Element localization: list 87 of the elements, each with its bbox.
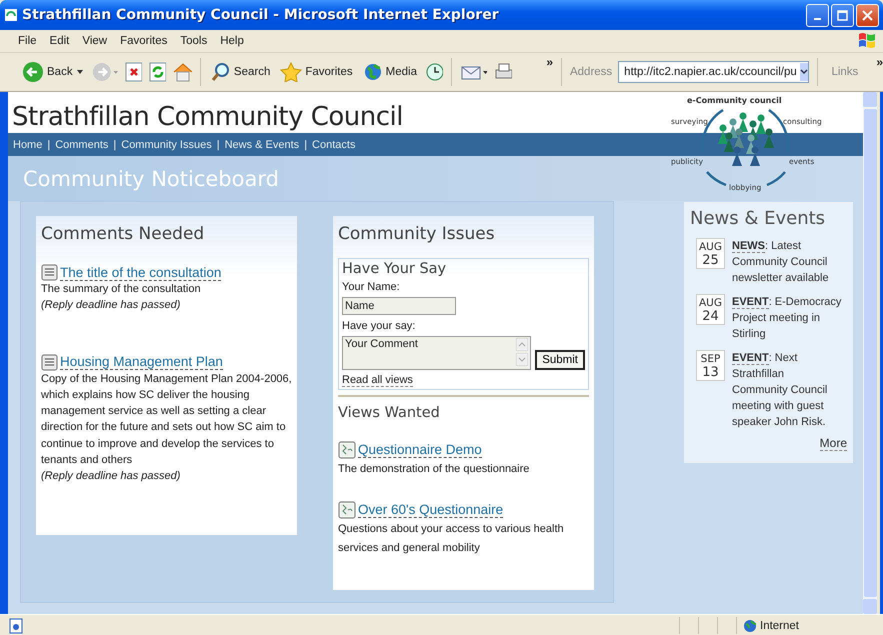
scrollbar[interactable] bbox=[863, 92, 877, 614]
stop-button[interactable] bbox=[124, 62, 142, 82]
date-day: 24 bbox=[702, 310, 719, 323]
search-icon bbox=[210, 62, 231, 82]
scroll-up-icon bbox=[516, 338, 528, 351]
browser-icon bbox=[4, 8, 18, 22]
date-month: SEP bbox=[700, 353, 720, 366]
close-icon bbox=[862, 10, 873, 20]
page-icon bbox=[8, 618, 24, 634]
questionnaire-icon bbox=[338, 441, 356, 459]
date-month: AUG bbox=[698, 241, 722, 254]
scroll-down-icon bbox=[516, 353, 528, 366]
maximize-icon bbox=[837, 10, 848, 20]
more-link[interactable]: More bbox=[820, 436, 847, 451]
menu-item[interactable]: View bbox=[82, 35, 108, 47]
card-title: Community Issues bbox=[338, 223, 496, 244]
nav-link[interactable]: Comments bbox=[55, 138, 108, 150]
minimize-icon bbox=[814, 18, 821, 20]
section-title: Views Wanted bbox=[338, 405, 441, 421]
maximize-button[interactable] bbox=[831, 4, 854, 26]
star-icon bbox=[280, 62, 302, 82]
refresh-button[interactable] bbox=[148, 62, 166, 82]
questionnaire-link[interactable]: Questionnaire Demo bbox=[358, 442, 482, 458]
consultation-link[interactable]: Housing Management Plan bbox=[60, 354, 223, 370]
logo-title: e-Community council bbox=[687, 96, 782, 105]
home-button[interactable] bbox=[172, 62, 192, 82]
consultation-link[interactable]: The title of the consultation bbox=[60, 264, 222, 280]
comment-field[interactable]: Your Comment bbox=[342, 336, 532, 370]
menu-item[interactable]: Tools bbox=[180, 35, 208, 47]
nav-separator: | bbox=[47, 138, 50, 150]
links-chevron[interactable]: » bbox=[876, 55, 883, 69]
date-day: 13 bbox=[702, 366, 719, 379]
site-title: Strathfillan Community Council bbox=[12, 102, 403, 132]
menu-item[interactable]: Favorites bbox=[120, 35, 168, 47]
news-text: NEWS: Latest Community Council newsletter available bbox=[732, 239, 830, 286]
nav-link[interactable]: Home bbox=[13, 138, 42, 150]
nav-link[interactable]: News & Events bbox=[224, 138, 300, 150]
news-text: EVENT: E-Democracy Project meeting in Stirling bbox=[732, 295, 842, 342]
close-button[interactable] bbox=[856, 4, 879, 26]
menu-item[interactable]: Help bbox=[220, 35, 244, 47]
questionnaire-icon bbox=[338, 501, 356, 519]
questionnaire-summary: The demonstration of the questionnaire bbox=[338, 462, 530, 477]
menu-item[interactable]: File bbox=[18, 35, 37, 47]
news-type-link[interactable]: EVENT bbox=[732, 296, 769, 309]
windows-flag-icon bbox=[857, 32, 877, 49]
menu-item[interactable]: Edit bbox=[50, 35, 70, 47]
address-label: Address bbox=[570, 66, 612, 78]
comment-label: Have your say: bbox=[342, 320, 416, 332]
deadline-note: (Reply deadline has passed) bbox=[41, 469, 182, 484]
dropdown-icon bbox=[800, 69, 808, 75]
toolbar-chevron[interactable]: » bbox=[546, 55, 554, 69]
document-icon bbox=[41, 354, 58, 371]
document-icon bbox=[41, 264, 58, 281]
caret-icon bbox=[76, 69, 84, 75]
news-title: News & Events bbox=[690, 208, 826, 229]
window-title: Strathfillan Community Council - Microsoft Internet Explorer bbox=[22, 7, 500, 23]
card-title: Comments Needed bbox=[41, 223, 206, 244]
news-type-link[interactable]: NEWS bbox=[732, 240, 765, 253]
news-type-link[interactable]: EVENT bbox=[732, 352, 769, 365]
nav-separator: | bbox=[304, 138, 308, 150]
history-button[interactable] bbox=[424, 62, 443, 82]
favorites-button[interactable]: Favorites bbox=[278, 60, 355, 84]
media-button[interactable]: Media bbox=[360, 60, 419, 84]
date-day: 25 bbox=[702, 254, 719, 267]
nav-separator: | bbox=[216, 138, 220, 150]
nav-separator: | bbox=[113, 138, 116, 150]
nav-link[interactable]: Contacts bbox=[312, 138, 356, 150]
consultation-summary: The summary of the consultation bbox=[41, 282, 202, 297]
globe-icon bbox=[362, 62, 383, 82]
nav-link[interactable]: Community Issues bbox=[121, 138, 212, 150]
questionnaire-link[interactable]: Over 60's Questionnaire bbox=[358, 502, 504, 518]
read-all-link[interactable]: Read all views bbox=[342, 374, 413, 387]
consultation-summary: Copy of the Housing Management Plan 2004-2006, which explains how SC deliver the housing management service as well as setting a clear direction for the future and sets out how SC aim to continue to improve and develop the services to tenants and others bbox=[41, 372, 292, 468]
form-title: Have Your Say bbox=[342, 261, 448, 277]
zone-label: Internet bbox=[760, 620, 799, 632]
name-field[interactable]: Name bbox=[342, 297, 456, 315]
submit-button[interactable]: Submit bbox=[535, 350, 585, 370]
name-label: Your Name: bbox=[342, 281, 401, 293]
questionnaire-summary: Questions about your access to various health services and general mobility bbox=[338, 522, 565, 556]
search-button[interactable]: Search bbox=[208, 60, 272, 84]
date-month: AUG bbox=[698, 297, 722, 310]
address-field[interactable]: http://itc2.napier.ac.uk/ccouncil/pu bbox=[618, 61, 809, 83]
news-text: EVENT: Next Strathfillan Community Council meeting with guest speaker John Risk. bbox=[732, 351, 828, 430]
back-button[interactable]: Back bbox=[20, 59, 86, 85]
globe-icon bbox=[743, 618, 757, 632]
deadline-note: (Reply deadline has passed) bbox=[41, 298, 182, 314]
minimize-button[interactable] bbox=[806, 4, 829, 26]
